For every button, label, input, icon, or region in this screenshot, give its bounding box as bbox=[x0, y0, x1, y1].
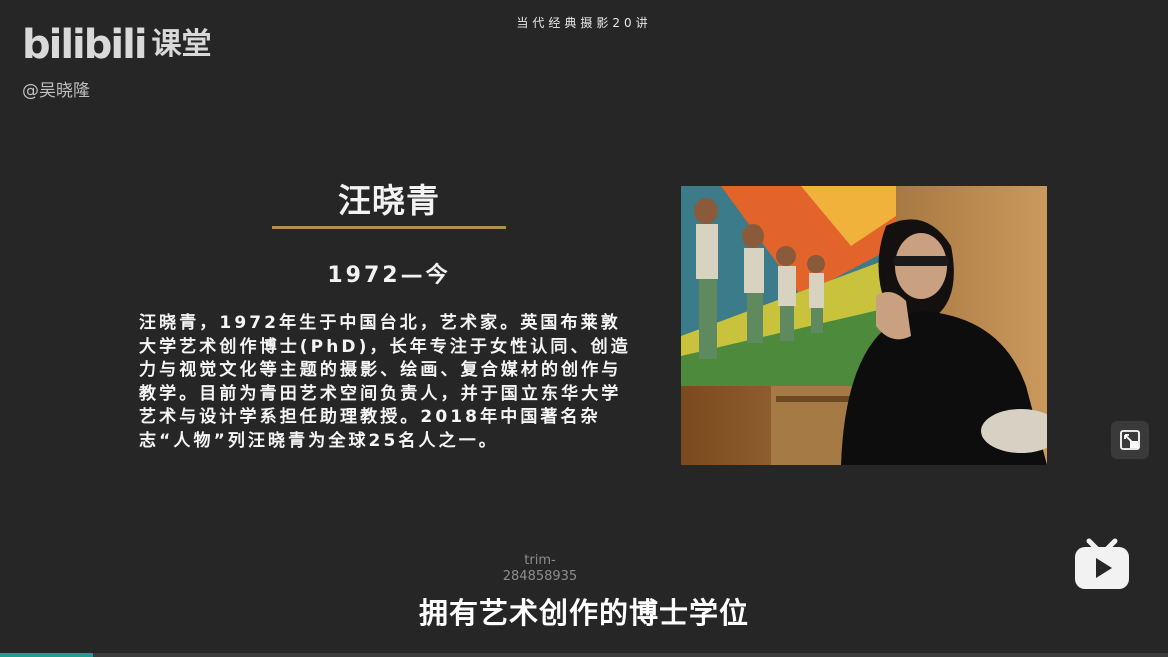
watermark-line2: 284858935 bbox=[502, 569, 578, 584]
bilibili-logo: bilibili 课堂 bbox=[22, 20, 212, 70]
portrait-photo bbox=[681, 186, 1047, 465]
logo-sub: 课堂 bbox=[151, 27, 212, 62]
person-bio: 汪晓青，1972年生于中国台北，艺术家。英国布莱敦大学艺术创作博士(PhD)，长… bbox=[139, 313, 631, 451]
uploader-handle: @吴晓隆 bbox=[22, 81, 90, 101]
person-years: 1972—今 bbox=[327, 263, 451, 288]
progress-bar[interactable] bbox=[0, 653, 1168, 657]
expand-button[interactable] bbox=[1111, 421, 1149, 459]
person-name: 汪晓青 bbox=[338, 181, 440, 220]
progress-fill bbox=[0, 653, 94, 657]
gold-divider bbox=[272, 226, 506, 229]
video-subtitle: 拥有艺术创作的博士学位 bbox=[418, 596, 749, 630]
logo-text: bilibili bbox=[22, 22, 148, 68]
video-watermark: trim- 284858935 bbox=[500, 553, 580, 585]
bilibili-tv-icon[interactable] bbox=[1073, 537, 1131, 591]
expand-screen-icon bbox=[1120, 430, 1140, 450]
watermark-line1: trim- bbox=[524, 553, 556, 568]
